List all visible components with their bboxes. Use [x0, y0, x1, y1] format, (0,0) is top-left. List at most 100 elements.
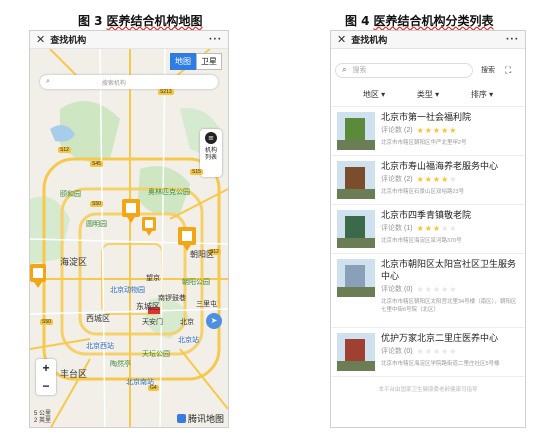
review-label: 评论数: [381, 176, 402, 183]
review-count: (2): [404, 127, 413, 134]
review-label: 评论数: [381, 348, 402, 355]
list-item[interactable]: 北京市寿山福海养老服务中心 评论数 (2) ★ ★ ★ ★ ★ 北京市市辖区石景山区双峪…: [331, 156, 525, 205]
review-count: (2): [404, 176, 413, 183]
locate-me-icon[interactable]: ➤: [206, 313, 222, 329]
star-icon: ★: [449, 285, 457, 294]
star-icon: ★: [449, 347, 457, 356]
map-view[interactable]: 地图 卫星 ⌕ 搜索机构 ≡ 机构 列表 S213 S12 S45 S50 S1…: [30, 49, 228, 427]
close-icon[interactable]: ✕: [36, 33, 45, 46]
star-icon: ★: [424, 285, 432, 294]
filter-label: 地区: [362, 90, 379, 99]
search-button[interactable]: 搜索: [481, 65, 495, 75]
institution-info: 北京市第一社会福利院 评论数 (2) ★ ★ ★ ★ ★ 北京市市辖区朝阳区华严北里甲2…: [381, 112, 519, 150]
map-label: 东城区: [136, 302, 160, 311]
map-label: 天坛公园: [142, 350, 170, 358]
road-shield: S45: [90, 161, 103, 167]
star-icon: ★: [432, 175, 441, 184]
satellite-mode-button[interactable]: 卫星: [196, 53, 222, 70]
more-menu-icon[interactable]: ···: [506, 35, 519, 45]
page-title: 查找机构: [50, 36, 87, 46]
caption-number: 图 4: [345, 14, 370, 28]
map-label: 北京西站: [86, 342, 114, 350]
review-label: 评论数: [381, 127, 402, 134]
star-icon: ★: [441, 347, 449, 356]
road-shield: S12: [58, 147, 71, 153]
review-count: (0): [404, 348, 413, 355]
list-item[interactable]: 北京市四季青镇敬老院 评论数 (1) ★ ★ ★ ★ ★ 北京市市辖区海淀区旱河路370…: [331, 205, 525, 254]
map-search-bar[interactable]: ⌕ 搜索机构: [40, 75, 218, 89]
institution-name: 北京市朝阳区太阳宫社区卫生服务中心: [381, 260, 517, 282]
institution-name: 优护万家北京二里庄医养中心: [381, 334, 499, 344]
figure-caption-left: 图 3 医养结合机构地图: [78, 12, 203, 29]
filter-type[interactable]: 类型 ▾: [417, 89, 439, 100]
map-label: 望京: [146, 274, 160, 282]
top-bar: ✕ 查找机构 ···: [30, 31, 228, 49]
road-shield: S50: [90, 201, 103, 207]
close-icon[interactable]: ✕: [337, 33, 346, 46]
chevron-down-icon: ▾: [435, 90, 440, 99]
star-icon: ★: [441, 175, 449, 184]
star-icon: ★: [432, 224, 441, 233]
star-icon: ★: [416, 224, 424, 233]
map-brand: 腾讯地图: [176, 412, 224, 425]
zoom-control: + −: [36, 359, 56, 395]
search-placeholder: 搜索机构: [101, 80, 126, 87]
list-button-label-2: 列表: [204, 154, 217, 161]
institution-info: 优护万家北京二里庄医养中心 评论数 (0) ★ ★ ★ ★ ★ 北京市市辖区海淀区学院路…: [381, 333, 519, 371]
star-icon: ★: [449, 175, 457, 184]
map-label: 南锣鼓巷: [158, 294, 186, 302]
institution-address: 北京市市辖区海淀区旱河路370号: [381, 238, 462, 244]
star-icon: ★: [424, 224, 432, 233]
search-input[interactable]: ⌕ 搜索: [335, 62, 473, 78]
scale-km: 5 公里: [34, 411, 52, 417]
map-label: 天安门: [142, 318, 163, 326]
map-label: 朝阳公园: [182, 278, 210, 286]
institution-thumbnail: [337, 161, 375, 199]
zoom-out-button[interactable]: −: [36, 377, 56, 395]
institution-address: 北京市市辖区石景山区双峪路23号: [381, 189, 465, 195]
chevron-down-icon: ▾: [381, 90, 386, 99]
star-icon: ★: [416, 126, 424, 135]
more-menu-icon[interactable]: ···: [209, 35, 222, 45]
review-row: 评论数 (2) ★ ★ ★ ★ ★: [381, 126, 519, 135]
filter-sort[interactable]: 排序 ▾: [471, 89, 493, 100]
star-icon: ★: [424, 126, 432, 135]
review-row: 评论数 (0) ★ ★ ★ ★ ★: [381, 347, 519, 356]
star-icon: ★: [432, 285, 441, 294]
caption-text: 医养结合机构分类列表: [373, 14, 494, 28]
review-count: (1): [404, 225, 413, 232]
search-icon: ⌕: [342, 65, 347, 74]
review-row: 评论数 (2) ★ ★ ★ ★ ★: [381, 175, 519, 184]
filter-label: 排序: [470, 90, 487, 99]
map-type-toggle: 地图 卫星: [170, 53, 222, 70]
map-label: 奥林匹克公园: [148, 188, 190, 196]
star-icon: ★: [441, 126, 449, 135]
list-item[interactable]: 北京市第一社会福利院 评论数 (2) ★ ★ ★ ★ ★ 北京市市辖区朝阳区华严北里甲2…: [331, 107, 525, 156]
star-icon: ★: [424, 347, 432, 356]
map-label: 西城区: [86, 314, 110, 323]
institution-info: 北京市寿山福海养老服务中心 评论数 (2) ★ ★ ★ ★ ★ 北京市市辖区石景山区双峪…: [381, 161, 519, 199]
map-screen: ✕ 查找机构 ··· 地图 卫星 ⌕ 搜索机构 ≡ 机构 列表 S213 S12…: [29, 30, 229, 428]
filter-region[interactable]: 地区 ▾: [363, 89, 385, 100]
zoom-in-button[interactable]: +: [36, 359, 56, 377]
map-label: 朝阳区: [190, 250, 214, 259]
map-label: 北京: [180, 318, 194, 326]
map-label: 北京南站: [126, 378, 154, 386]
institution-address: 北京市市辖区朝阳区太阳宫北里34号楼（南区），朝阳区七里中街6号院（北区）: [381, 299, 517, 313]
map-location-icon[interactable]: ⛶: [505, 65, 511, 76]
star-icon: ★: [432, 347, 441, 356]
caption-number: 图 3: [78, 14, 103, 28]
institution-list-button[interactable]: ≡ 机构 列表: [200, 129, 222, 177]
road-shield: S50: [40, 319, 53, 325]
map-label: 海淀区: [60, 258, 88, 268]
institution-name: 北京市寿山福海养老服务中心: [381, 162, 499, 172]
list-item[interactable]: 北京市朝阳区太阳宫社区卫生服务中心 评论数 (0) ★ ★ ★ ★ ★ 北京市市辖区朝阳…: [331, 254, 525, 328]
figure-caption-right: 图 4 医养结合机构分类列表: [345, 12, 494, 29]
caption-text: 医养结合机构地图: [106, 14, 203, 28]
list-icon: ≡: [205, 132, 217, 144]
review-row: 评论数 (1) ★ ★ ★ ★ ★: [381, 224, 519, 233]
map-mode-button[interactable]: 地图: [170, 53, 196, 70]
page-title: 查找机构: [351, 36, 388, 46]
star-icon: ★: [432, 126, 441, 135]
list-item[interactable]: 优护万家北京二里庄医养中心 评论数 (0) ★ ★ ★ ★ ★ 北京市市辖区海淀区学院路…: [331, 328, 525, 377]
